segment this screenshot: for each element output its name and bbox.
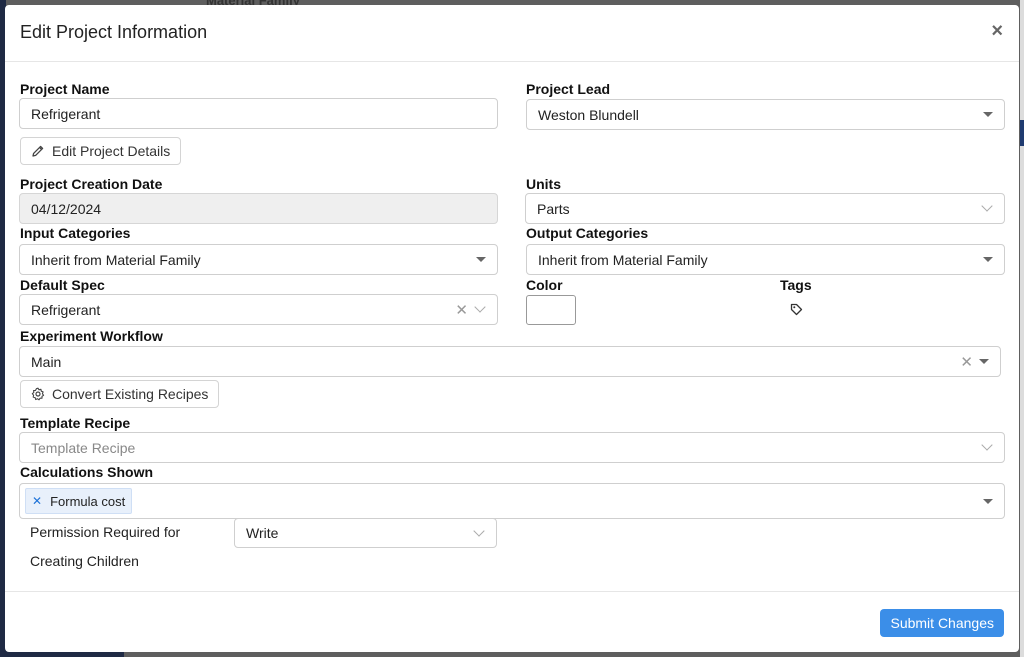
clear-icon[interactable]: ✕ — [960, 353, 973, 371]
color-swatch[interactable] — [526, 295, 576, 325]
edit-project-modal: Edit Project Information × Project Name … — [5, 5, 1019, 652]
edit-project-details-label: Edit Project Details — [52, 143, 171, 159]
template-recipe-label: Template Recipe — [20, 415, 131, 431]
pencil-icon — [32, 145, 44, 157]
permission-select[interactable]: Write — [234, 518, 497, 548]
permission-label-line1: Permission Required for — [30, 524, 181, 540]
project-name-label: Project Name — [20, 81, 110, 97]
convert-existing-recipes-label: Convert Existing Recipes — [52, 386, 209, 402]
modal-footer: Submit Changes — [5, 591, 1019, 652]
calculations-shown-select[interactable]: ✕ Formula cost — [19, 483, 1005, 519]
project-lead-value: Weston Blundell — [538, 106, 639, 123]
calculation-chip-label: Formula cost — [50, 493, 126, 509]
modal-title: Edit Project Information — [20, 22, 208, 42]
experiment-workflow-label: Experiment Workflow — [20, 328, 163, 344]
clear-icon[interactable]: ✕ — [455, 301, 468, 319]
input-categories-value: Inherit from Material Family — [31, 251, 201, 268]
output-categories-value: Inherit from Material Family — [538, 251, 708, 268]
edit-project-details-button[interactable]: Edit Project Details — [20, 137, 182, 165]
calculations-chip-list: ✕ Formula cost — [25, 488, 977, 514]
background-right-panel — [1020, 0, 1024, 657]
caret-down-icon — [476, 257, 486, 262]
caret-down-icon — [983, 112, 993, 117]
caret-down-icon — [983, 257, 993, 262]
submit-changes-button[interactable]: Submit Changes — [880, 609, 1004, 637]
template-recipe-placeholder: Template Recipe — [31, 439, 136, 456]
gear-icon — [31, 387, 45, 401]
background-right-accent — [1020, 120, 1024, 146]
color-label: Color — [526, 277, 563, 293]
template-recipe-select[interactable]: Template Recipe — [19, 432, 1005, 463]
output-categories-select[interactable]: Inherit from Material Family — [526, 244, 1005, 275]
input-categories-select[interactable]: Inherit from Material Family — [19, 244, 498, 275]
creation-date-input: 04/12/2024 — [19, 193, 498, 224]
units-select[interactable]: Parts — [525, 193, 1005, 224]
calculations-shown-label: Calculations Shown — [20, 464, 154, 480]
calculation-chip: ✕ Formula cost — [25, 488, 133, 514]
output-categories-label: Output Categories — [526, 225, 649, 241]
remove-chip-icon[interactable]: ✕ — [32, 494, 42, 508]
permission-label-line2: Creating Children — [30, 553, 139, 569]
modal-header: Edit Project Information × — [5, 5, 1019, 62]
project-lead-label: Project Lead — [526, 81, 611, 97]
project-name-input[interactable]: Refrigerant — [19, 98, 498, 129]
tag-icon[interactable] — [790, 303, 803, 316]
default-spec-value: Refrigerant — [31, 301, 101, 318]
chevron-down-icon — [981, 200, 993, 212]
permission-value: Write — [246, 525, 279, 541]
project-name-value: Refrigerant — [31, 105, 101, 122]
project-lead-select[interactable]: Weston Blundell — [526, 99, 1005, 130]
experiment-workflow-select[interactable]: Main ✕ — [19, 346, 1001, 377]
units-label: Units — [526, 176, 561, 192]
units-value: Parts — [537, 200, 570, 217]
tags-label: Tags — [780, 277, 812, 293]
default-spec-label: Default Spec — [20, 277, 105, 293]
caret-down-icon — [979, 359, 989, 364]
creation-date-label: Project Creation Date — [20, 176, 163, 192]
input-categories-label: Input Categories — [20, 225, 131, 241]
convert-existing-recipes-button[interactable]: Convert Existing Recipes — [20, 380, 220, 408]
caret-down-icon — [983, 498, 993, 504]
chevron-down-icon — [474, 301, 486, 313]
close-icon[interactable]: × — [991, 21, 1003, 41]
experiment-workflow-value: Main — [31, 353, 62, 370]
default-spec-select[interactable]: Refrigerant ✕ — [19, 294, 498, 325]
chevron-down-icon — [473, 524, 485, 537]
creation-date-value: 04/12/2024 — [31, 200, 102, 217]
chevron-down-icon — [981, 439, 993, 451]
